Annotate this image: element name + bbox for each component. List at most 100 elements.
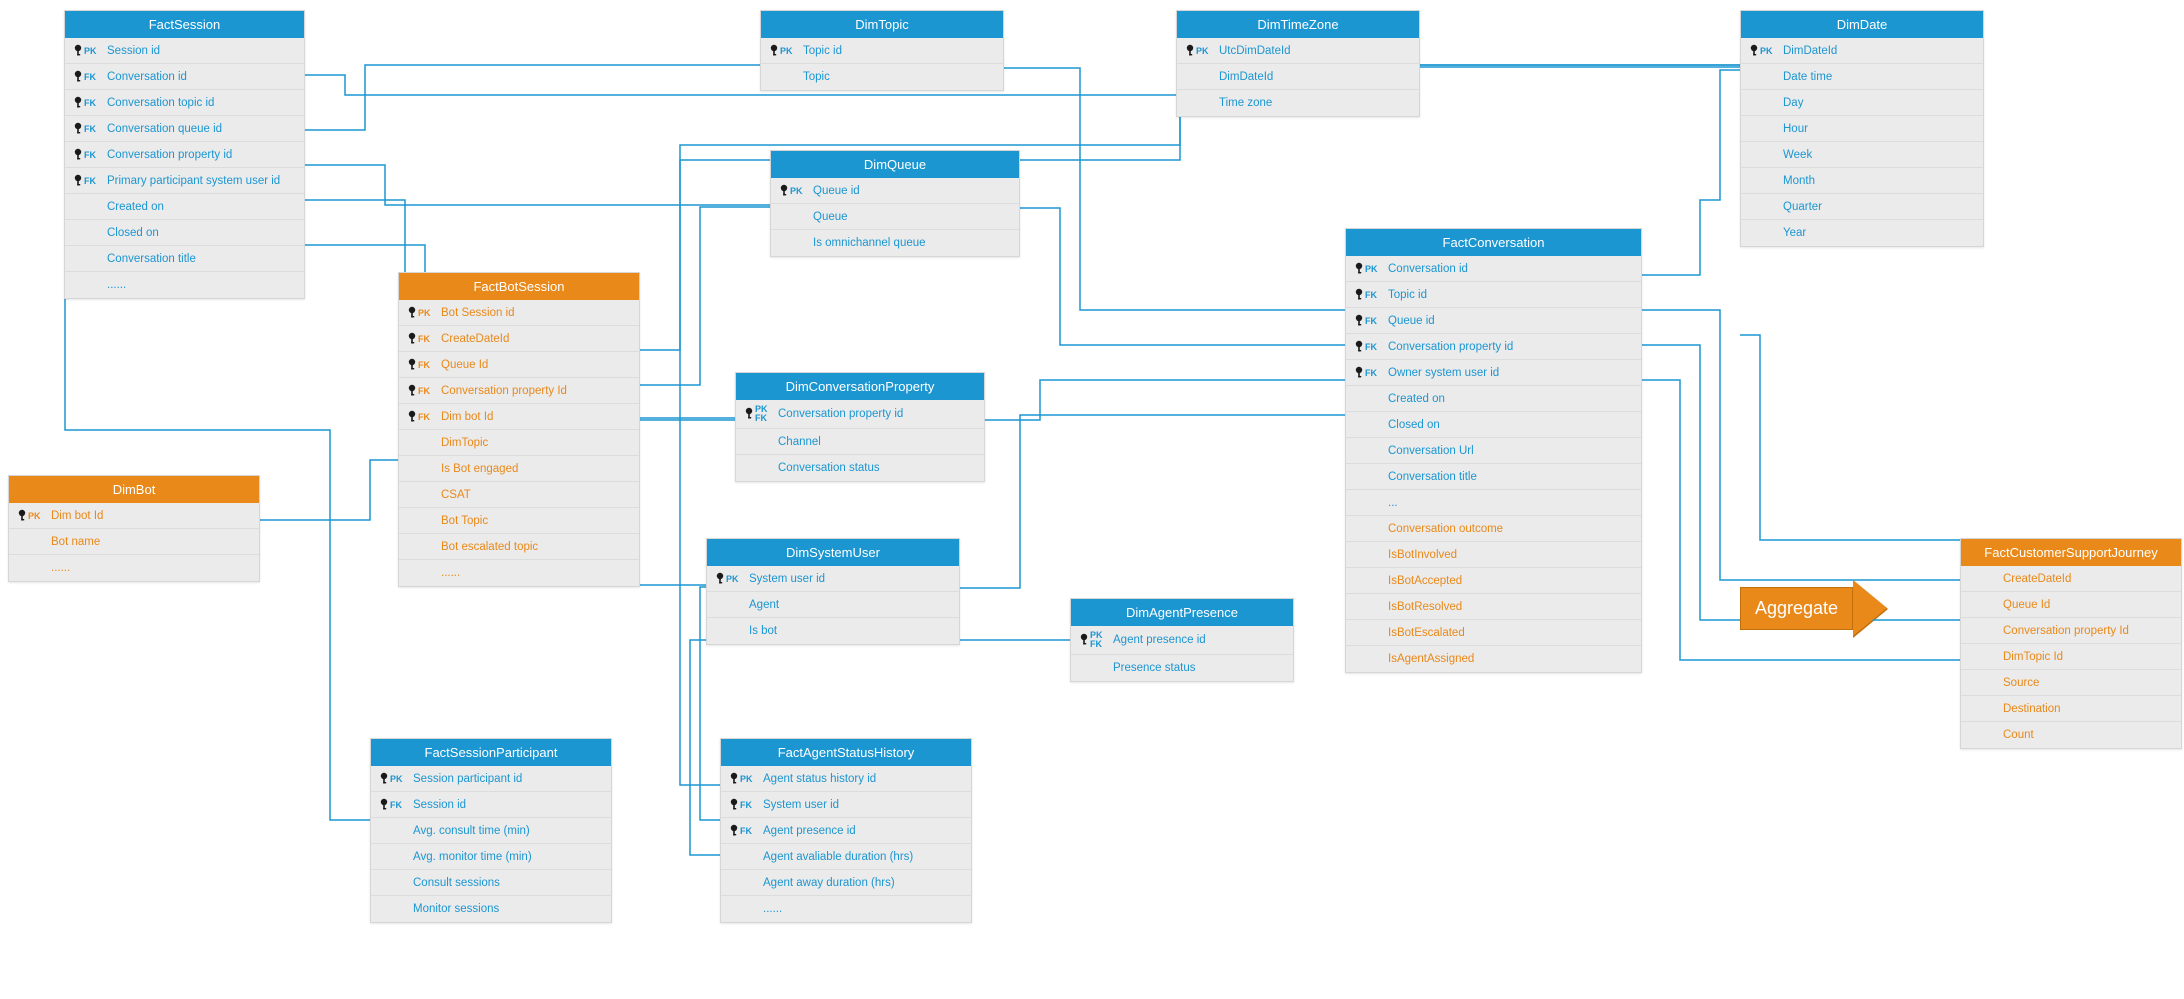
entity-field-row: Conversation title: [1346, 464, 1641, 490]
field-label: Is Bot engaged: [441, 463, 633, 475]
arrow-head-icon: [1853, 580, 1887, 636]
field-label: IsBotAccepted: [1388, 575, 1635, 587]
field-label: Presence status: [1113, 662, 1287, 674]
entity-field-row: Destination: [1961, 696, 2181, 722]
entity-field-row: Topic: [761, 64, 1003, 90]
field-label: System user id: [749, 573, 953, 585]
entity-rows: PKQueue idQueueIs omnichannel queue: [771, 178, 1019, 256]
key-indicator: FK: [407, 384, 435, 398]
field-label: Topic id: [1388, 289, 1635, 301]
entity-field-row: Time zone: [1177, 90, 1419, 116]
entity-field-row: CreateDateId: [1961, 566, 2181, 592]
key-indicator: FK: [407, 358, 435, 372]
field-label: Destination: [2003, 703, 2175, 715]
field-label: Agent presence id: [1113, 634, 1287, 646]
key-indicator: FK: [1354, 366, 1382, 380]
entity-header: DimAgentPresence: [1071, 599, 1293, 626]
field-label: ......: [107, 279, 298, 291]
entity-field-row: Quarter: [1741, 194, 1983, 220]
entity-field-row: Closed on: [65, 220, 304, 246]
entity-field-row: Is Bot engaged: [399, 456, 639, 482]
entity-factcustomersupportjourney: FactCustomerSupportJourney CreateDateId Q…: [1960, 538, 2182, 749]
entity-field-row: PKSystem user id: [707, 566, 959, 592]
entity-field-row: IsBotInvolved: [1346, 542, 1641, 568]
entity-rows: PKSession participant idFKSession idAvg.…: [371, 766, 611, 922]
entity-field-row: Month: [1741, 168, 1983, 194]
entity-header: FactBotSession: [399, 273, 639, 300]
entity-field-row: Channel: [736, 429, 984, 455]
field-label: ......: [51, 562, 253, 574]
field-label: Agent avaliable duration (hrs): [763, 851, 965, 863]
entity-header: DimSystemUser: [707, 539, 959, 566]
field-label: Time zone: [1219, 97, 1413, 109]
key-indicator: FK: [1354, 314, 1382, 328]
field-label: ...: [1388, 497, 1635, 509]
field-label: Conversation property id: [778, 408, 978, 420]
field-label: Quarter: [1783, 201, 1977, 213]
field-label: Queue Id: [2003, 599, 2175, 611]
field-label: Day: [1783, 97, 1977, 109]
field-label: Agent away duration (hrs): [763, 877, 965, 889]
field-label: Queue: [813, 211, 1013, 223]
entity-field-row: IsBotResolved: [1346, 594, 1641, 620]
entity-field-row: Bot name: [9, 529, 259, 555]
key-indicator: PK: [779, 184, 807, 198]
field-label: Conversation queue id: [107, 123, 298, 135]
entity-header: FactAgentStatusHistory: [721, 739, 971, 766]
key-indicator: FK: [73, 174, 101, 188]
entity-header: FactCustomerSupportJourney: [1961, 539, 2181, 566]
entity-field-row: FKConversation property Id: [399, 378, 639, 404]
field-label: Conversation title: [107, 253, 298, 265]
key-indicator: PKFK: [1079, 631, 1107, 649]
entity-dimagentpresence: DimAgentPresence PKFK Agent presence id Pr…: [1070, 598, 1294, 682]
entity-field-row: PKFK Agent presence id: [1071, 626, 1293, 655]
entity-field-row: CSAT: [399, 482, 639, 508]
field-label: ......: [441, 567, 633, 579]
entity-field-row: PKDim bot Id: [9, 503, 259, 529]
entity-field-row: IsBotEscalated: [1346, 620, 1641, 646]
entity-field-row: PKBot Session id: [399, 300, 639, 326]
entity-field-row: Created on: [65, 194, 304, 220]
entity-field-row: PKTopic id: [761, 38, 1003, 64]
entity-field-row: Queue Id: [1961, 592, 2181, 618]
field-label: Agent status history id: [763, 773, 965, 785]
field-label: Session id: [413, 799, 605, 811]
key-indicator: FK: [73, 96, 101, 110]
key-indicator: FK: [73, 148, 101, 162]
entity-field-row: DimTopic Id: [1961, 644, 2181, 670]
key-indicator: PKFK: [744, 405, 772, 423]
entity-field-row: FK Conversation topic id: [65, 90, 304, 116]
key-indicator: PK: [1185, 44, 1213, 58]
entity-field-row: Date time: [1741, 64, 1983, 90]
key-indicator: FK: [407, 332, 435, 346]
entity-rows: PKSystem user idAgentIs bot: [707, 566, 959, 644]
field-label: Conversation property id: [1388, 341, 1635, 353]
er-diagram-canvas: FactSession PKSession idFKConversation i…: [0, 0, 2184, 999]
entity-field-row: Bot Topic: [399, 508, 639, 534]
key-indicator: PK: [407, 306, 435, 320]
entity-dimconversationproperty: DimConversationProperty PKFK Conversation…: [735, 372, 985, 482]
entity-field-row: PKConversation id: [1346, 256, 1641, 282]
entity-rows: PKFKConversation property idChannelConve…: [736, 400, 984, 481]
entity-field-row: Day: [1741, 90, 1983, 116]
entity-field-row: Conversation property Id: [1961, 618, 2181, 644]
key-indicator: PK: [379, 772, 407, 786]
entity-header: DimConversationProperty: [736, 373, 984, 400]
entity-rows: PKSession idFKConversation idFKConversat…: [65, 38, 304, 298]
key-indicator: PK: [729, 772, 757, 786]
entity-rows: PKConversation idFKTopic idFKQueue idFKC…: [1346, 256, 1641, 672]
entity-field-row: FKConversation property id: [1346, 334, 1641, 360]
field-label: Week: [1783, 149, 1977, 161]
entity-rows: PKFK Agent presence id Presence status: [1071, 626, 1293, 681]
entity-header: FactConversation: [1346, 229, 1641, 256]
entity-rows: PKDim bot IdBot name......: [9, 503, 259, 581]
entity-field-row: FKOwner system user id: [1346, 360, 1641, 386]
entity-field-row: Year: [1741, 220, 1983, 246]
field-label: Bot Topic: [441, 515, 633, 527]
field-label: Queue id: [813, 185, 1013, 197]
entity-rows: PKDimDateIdDate timeDayHourWeekMonthQuar…: [1741, 38, 1983, 246]
entity-field-row: Conversation title: [65, 246, 304, 272]
field-label: Closed on: [107, 227, 298, 239]
entity-field-row: Source: [1961, 670, 2181, 696]
field-label: Conversation topic id: [107, 97, 298, 109]
